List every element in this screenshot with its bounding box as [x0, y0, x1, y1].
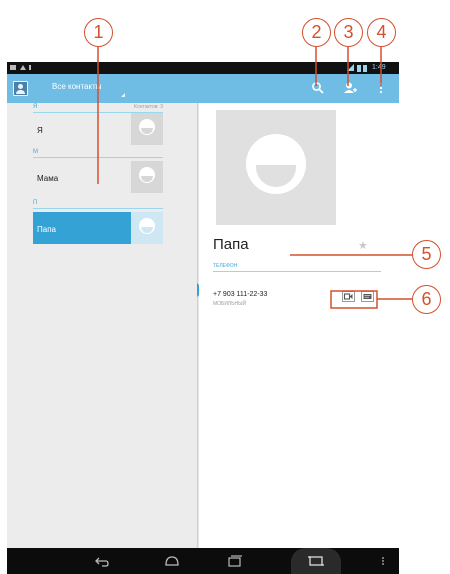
callout-4: 4 [367, 18, 396, 47]
callout-5: 5 [412, 240, 441, 269]
callout-6: 6 [412, 285, 441, 314]
callout-1: 1 [84, 18, 113, 47]
callout-lines [97, 47, 414, 309]
callout-2: 2 [302, 18, 331, 47]
callout-3: 3 [334, 18, 363, 47]
